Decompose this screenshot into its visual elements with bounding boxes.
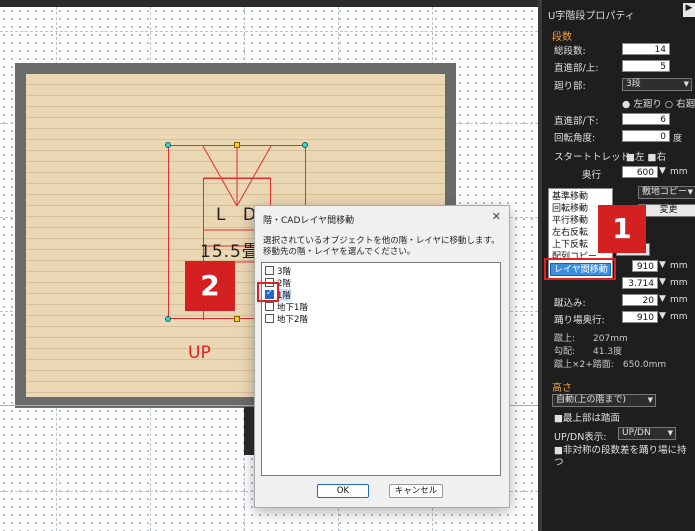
- straight-lower-input[interactable]: 6: [622, 113, 670, 125]
- rotation-input[interactable]: 0: [622, 130, 670, 142]
- chevron-down-icon: ▼: [667, 429, 673, 437]
- floor-item-label: 1階: [277, 289, 291, 301]
- start-tread-label: スタートトレッド: [554, 152, 631, 163]
- dialog-message: 選択されているオブジェクトを他の階・レイヤに移動します。 移動先の階・レイヤを選…: [263, 236, 500, 258]
- top-floor-checkbox[interactable]: ■最上部は踏面: [554, 410, 620, 424]
- depth-input[interactable]: 600: [622, 166, 658, 178]
- height-mode-select[interactable]: 自動(上の階まで) ▼: [552, 394, 656, 407]
- cancel-button[interactable]: キャンセル: [389, 484, 443, 498]
- grid-line: [0, 31, 538, 32]
- resize-handle[interactable]: [234, 316, 240, 322]
- turn-dir-radio[interactable]: ● 左廻り ○ 右廻り: [622, 96, 695, 110]
- nosing-label: 蹴込み:: [554, 298, 586, 309]
- step-badge-2: 2: [185, 261, 235, 311]
- floor-item-label: 地下2階: [277, 315, 308, 325]
- nosing-unit: mm: [670, 295, 688, 305]
- start-tread-checks[interactable]: ■左 ■右: [626, 149, 666, 163]
- layer-move-dialog: 階・CADレイヤ間移動 ✕ 選択されているオブジェクトを他の階・レイヤに移動しま…: [254, 205, 510, 508]
- dialog-message-line: 選択されているオブジェクトを他の階・レイヤに移動します。: [263, 236, 500, 246]
- highlight-box: [544, 258, 616, 280]
- rise-unit: mm: [670, 278, 688, 288]
- depth-unit: mm: [670, 167, 688, 177]
- checkbox[interactable]: [265, 314, 274, 323]
- chevron-down-icon: ▼: [683, 80, 689, 88]
- highlight-box: [257, 282, 279, 302]
- start-right: 右: [656, 152, 667, 163]
- turn-select[interactable]: 3段 ▼: [622, 78, 692, 91]
- straight-upper-input[interactable]: 5: [622, 60, 670, 72]
- turn-dir-right: 右廻り: [676, 99, 695, 110]
- floor-list: 3階 2階 1階 地下1階 地下2階: [261, 262, 501, 476]
- ok-button[interactable]: OK: [317, 484, 369, 498]
- floor-item-label: 地下1階: [277, 303, 308, 313]
- checkbox[interactable]: [265, 302, 274, 311]
- menu-item[interactable]: 回転移動: [552, 204, 588, 215]
- section-height: 高さ: [552, 383, 572, 394]
- close-icon[interactable]: ✕: [492, 210, 501, 223]
- landing-unit: mm: [670, 312, 688, 322]
- turn-label: 廻り部:: [554, 81, 586, 92]
- start-left: 左: [634, 152, 645, 163]
- section-steps: 段数: [552, 32, 572, 43]
- panel-collapse-icon[interactable]: ▶: [683, 3, 695, 17]
- corner-node[interactable]: [165, 142, 171, 148]
- step-badge-1: 1: [598, 205, 646, 253]
- menu-item[interactable]: 平行移動: [552, 216, 588, 227]
- checkbox[interactable]: [265, 266, 274, 275]
- chevron-down-icon: ▼: [647, 396, 653, 404]
- nonsym-checkbox[interactable]: ■非対称の段数差を踊り場に持つ: [554, 445, 694, 469]
- top-floor-label: 最上部は踏面: [562, 413, 620, 424]
- slope-readout: 勾配: 41.3度: [554, 347, 623, 357]
- rise-input[interactable]: 3.714: [622, 277, 658, 289]
- width-input[interactable]: 910: [632, 260, 658, 272]
- change-button[interactable]: 変更: [638, 204, 695, 217]
- nonsym-label: 非対称の段数差を踊り場に持つ: [554, 445, 687, 468]
- menu-item[interactable]: 上下反転: [552, 240, 588, 251]
- panel-title: U字階段プロパティ: [548, 11, 635, 22]
- landing-input[interactable]: 910: [622, 311, 658, 323]
- total-steps-input[interactable]: 14: [622, 43, 670, 55]
- room-size: 15.5畳: [200, 242, 260, 262]
- depth-label: 奥行: [582, 170, 602, 181]
- width-unit: mm: [670, 261, 688, 271]
- menu-item[interactable]: 基準移動: [552, 192, 588, 203]
- total-steps-label: 総段数:: [554, 46, 586, 57]
- copy-select-value: 敷地コピー: [642, 187, 688, 197]
- menu-item[interactable]: 左右反転: [552, 228, 588, 239]
- straight-upper-label: 直進部/上:: [554, 63, 599, 74]
- calc-readout: 蹴上×2+踏面: 650.0mm: [554, 360, 667, 370]
- rotation-label: 回転角度:: [554, 133, 596, 144]
- dialog-message-line: 移動先の階・レイヤを選んでください。: [263, 247, 416, 257]
- straight-lower-label: 直進部/下:: [554, 116, 599, 127]
- floor-item-label: 3階: [277, 267, 291, 277]
- copy-select[interactable]: 敷地コピー ▼: [638, 186, 695, 199]
- dialog-title: 階・CADレイヤ間移動: [263, 216, 355, 226]
- chevron-down-icon[interactable]: ▼: [659, 311, 666, 321]
- chevron-down-icon[interactable]: ▼: [659, 260, 666, 270]
- updn-label: UP/DN表示:: [554, 432, 607, 443]
- chevron-down-icon: ▼: [687, 188, 693, 196]
- turn-select-value: 3段: [626, 79, 641, 89]
- chevron-down-icon[interactable]: ▼: [659, 294, 666, 304]
- landing-label: 踊り場奥行:: [554, 315, 605, 326]
- up-label: UP: [188, 343, 211, 363]
- height-mode-value: 自動(上の階まで): [556, 395, 627, 405]
- rotation-unit: 度: [673, 134, 683, 144]
- turn-dir-left: 左廻り: [633, 99, 662, 110]
- nosing-input[interactable]: 20: [622, 294, 658, 306]
- floor-item-label: 2階: [277, 279, 291, 289]
- chevron-down-icon[interactable]: ▼: [659, 277, 666, 287]
- updn-select[interactable]: UP/DN ▼: [618, 427, 676, 440]
- chevron-down-icon[interactable]: ▼: [659, 166, 666, 176]
- updn-value: UP/DN: [622, 428, 651, 438]
- resize-handle[interactable]: [234, 142, 240, 148]
- corner-node[interactable]: [302, 142, 308, 148]
- rise-readout: 蹴上: 207mm: [554, 334, 628, 344]
- corner-node[interactable]: [165, 316, 171, 322]
